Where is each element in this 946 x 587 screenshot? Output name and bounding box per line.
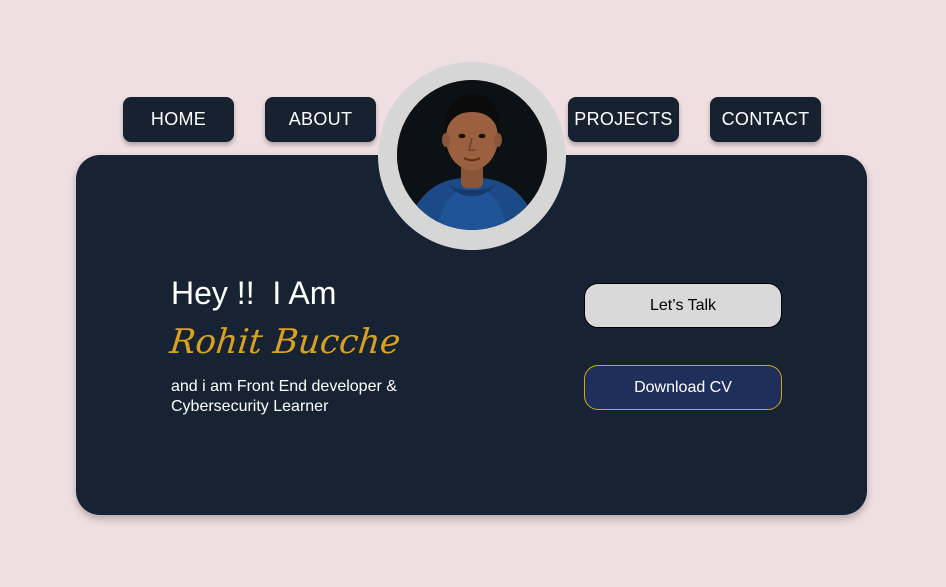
hero-description: and i am Front End developer & Cybersecu…: [171, 378, 397, 415]
nav-projects-button[interactable]: PROJECTS: [568, 97, 679, 142]
profile-photo-frame: [378, 62, 566, 250]
nav-home-button[interactable]: HOME: [123, 97, 234, 142]
nav-contact-button[interactable]: CONTACT: [710, 97, 821, 142]
download-cv-button[interactable]: Download CV: [584, 365, 782, 410]
person-portrait-icon: [397, 80, 547, 230]
lets-talk-button[interactable]: Let’s Talk: [584, 283, 782, 328]
hero-greeting: Hey !! I Am: [171, 275, 337, 311]
hero-name: Rohit Bucche: [167, 322, 403, 362]
profile-photo: [397, 80, 547, 230]
nav-about-button[interactable]: ABOUT: [265, 97, 376, 142]
